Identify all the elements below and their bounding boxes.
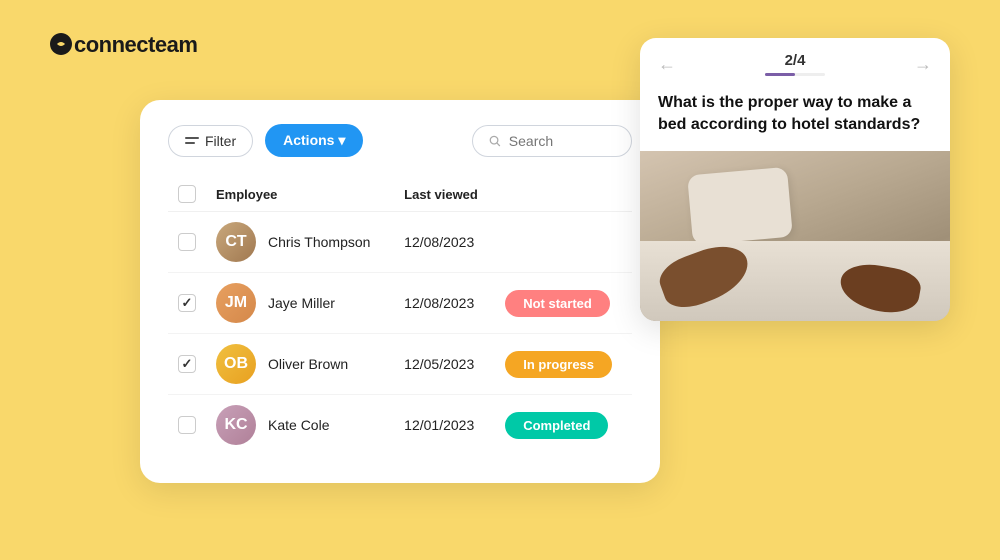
quiz-image-background bbox=[640, 151, 950, 321]
actions-label: Actions ▾ bbox=[283, 132, 345, 149]
logo-text: connecteam bbox=[74, 32, 197, 57]
quiz-page-label: 2/4 bbox=[785, 52, 806, 69]
table-row: CT Chris Thompson 12/08/2023 bbox=[168, 212, 632, 273]
employee-card: Filter Actions ▾ Employee Last viewed bbox=[140, 100, 660, 483]
search-wrap bbox=[472, 125, 632, 157]
quiz-progress-bar-fill bbox=[765, 73, 795, 76]
quiz-card: ← 2/4 → What is the proper way to make a… bbox=[640, 38, 950, 321]
employee-name: Kate Cole bbox=[268, 417, 329, 433]
avatar-cell-chris: CT Chris Thompson bbox=[216, 222, 384, 262]
status-badge: In progress bbox=[505, 351, 612, 378]
employee-name: Chris Thompson bbox=[268, 234, 370, 250]
employee-header: Employee bbox=[206, 177, 394, 212]
last-viewed-date: 12/08/2023 bbox=[394, 212, 495, 273]
search-icon bbox=[489, 134, 501, 148]
table-row: ✓ OB Oliver Brown 12/05/2023 In progress bbox=[168, 334, 632, 395]
checkmark-icon: ✓ bbox=[182, 356, 193, 372]
employee-table: Employee Last viewed CT Chris Thompson 12/… bbox=[168, 177, 632, 455]
quiz-next-button[interactable]: → bbox=[914, 54, 932, 75]
table-row: KC Kate Cole 12/01/2023 Completed bbox=[168, 395, 632, 456]
select-all-checkbox[interactable] bbox=[178, 185, 196, 203]
toolbar: Filter Actions ▾ bbox=[168, 124, 632, 157]
quiz-progress: 2/4 bbox=[765, 52, 825, 76]
checkmark-icon: ✓ bbox=[182, 295, 193, 311]
filter-label: Filter bbox=[205, 133, 236, 149]
last-viewed-date: 12/01/2023 bbox=[394, 395, 495, 456]
row-checkbox-chris[interactable] bbox=[178, 233, 196, 251]
row-checkbox-oliver[interactable]: ✓ bbox=[178, 355, 196, 373]
avatar: OB bbox=[216, 344, 256, 384]
avatar: JM bbox=[216, 283, 256, 323]
quiz-progress-bar-wrap bbox=[765, 73, 825, 76]
employee-name: Jaye Miller bbox=[268, 295, 335, 311]
actions-button[interactable]: Actions ▾ bbox=[265, 124, 363, 157]
avatar: CT bbox=[216, 222, 256, 262]
quiz-header: ← 2/4 → bbox=[640, 38, 950, 84]
table-row: ✓ JM Jaye Miller 12/08/2023 Not started bbox=[168, 273, 632, 334]
row-checkbox-kate[interactable] bbox=[178, 416, 196, 434]
search-input[interactable] bbox=[509, 133, 615, 149]
status-badge: Not started bbox=[505, 290, 610, 317]
row-checkbox-jaye[interactable]: ✓ bbox=[178, 294, 196, 312]
status-badge: Completed bbox=[505, 412, 608, 439]
avatar-cell-oliver: OB Oliver Brown bbox=[216, 344, 384, 384]
last-viewed-header: Last viewed bbox=[394, 177, 495, 212]
last-viewed-date: 12/08/2023 bbox=[394, 273, 495, 334]
pillow-decoration bbox=[687, 167, 793, 245]
quiz-prev-button[interactable]: ← bbox=[658, 54, 676, 75]
avatar: KC bbox=[216, 405, 256, 445]
filter-icon bbox=[185, 137, 199, 144]
last-viewed-date: 12/05/2023 bbox=[394, 334, 495, 395]
status-header bbox=[495, 177, 632, 212]
employee-name: Oliver Brown bbox=[268, 356, 348, 372]
quiz-question: What is the proper way to make a bed acc… bbox=[640, 84, 950, 151]
quiz-image bbox=[640, 151, 950, 321]
logo: connecteam bbox=[50, 32, 197, 58]
avatar-cell-jaye: JM Jaye Miller bbox=[216, 283, 384, 323]
filter-button[interactable]: Filter bbox=[168, 125, 253, 157]
avatar-cell-kate: KC Kate Cole bbox=[216, 405, 384, 445]
